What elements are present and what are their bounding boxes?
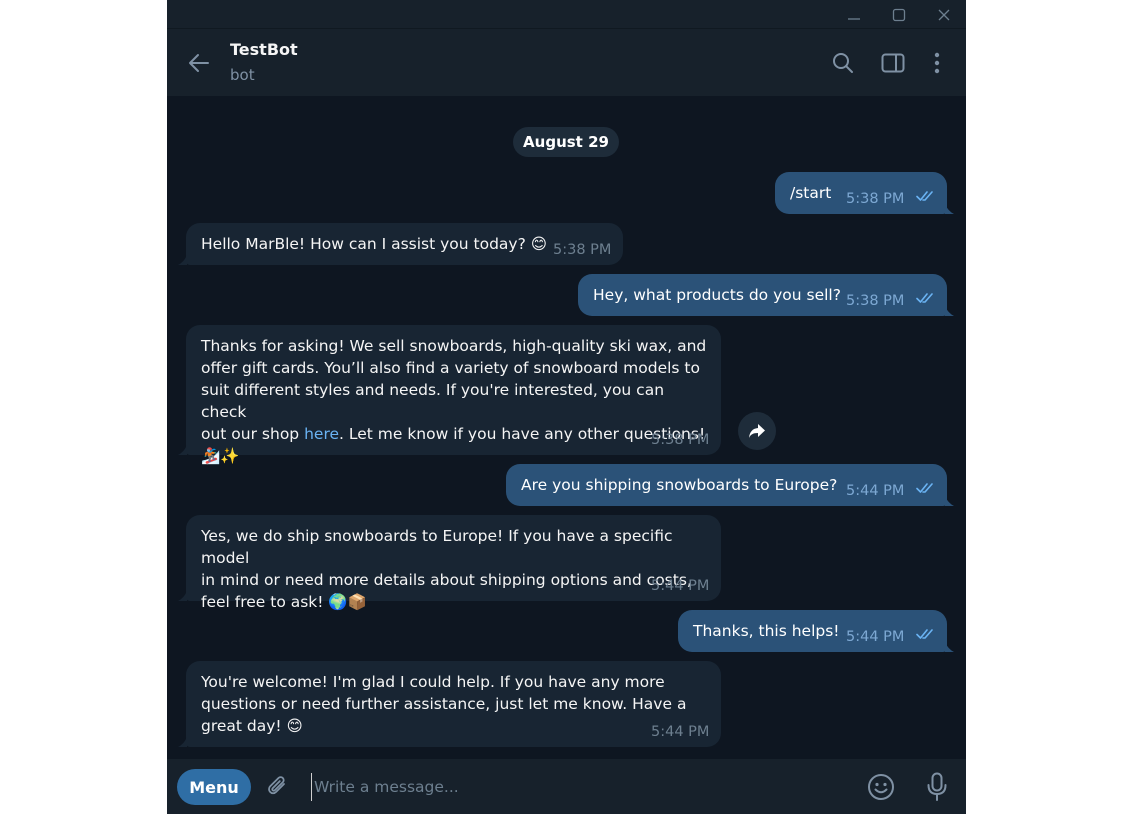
message-line: Thanks for asking! We sell snowboards, h… <box>201 337 707 355</box>
maximize-icon <box>892 8 906 21</box>
message-time: 5:38 PM <box>651 432 710 448</box>
minimize-icon <box>848 17 860 20</box>
bubble-tail <box>178 737 187 747</box>
close-button[interactable] <box>922 0 966 29</box>
chat-title[interactable]: TestBot <box>230 40 298 59</box>
message-list[interactable]: August 29 /start 5:38 PM Hello MarBle! H… <box>167 96 966 759</box>
message-outgoing[interactable]: Are you shipping snowboards to Europe? 5… <box>506 464 947 506</box>
double-check-icon <box>916 483 933 493</box>
bubble-tail <box>178 445 187 455</box>
more-vertical-icon <box>934 52 940 74</box>
bubble-tail <box>178 591 187 601</box>
message-text[interactable]: Thanks, this helps! <box>693 620 840 642</box>
bubble-tail <box>178 255 187 265</box>
more-button[interactable] <box>923 49 951 77</box>
message-text[interactable]: Are you shipping snowboards to Europe? <box>521 474 837 496</box>
message-body[interactable]: Yes, we do ship snowboards to Europe! If… <box>201 525 711 613</box>
emoji-icon <box>868 774 894 800</box>
message-line: suit different styles and needs. If you'… <box>201 381 665 421</box>
message-time: 5:38 PM <box>846 293 905 309</box>
back-button[interactable] <box>181 47 217 79</box>
telegram-window: TestBot bot August 29 /start 5:38 PM Hel… <box>167 0 966 814</box>
double-check-icon <box>916 629 933 639</box>
sidebar-toggle-button[interactable] <box>879 49 907 77</box>
window-titlebar <box>167 0 966 29</box>
voice-record-button[interactable] <box>922 771 952 803</box>
message-body[interactable]: You're welcome! I'm glad I could help. I… <box>201 671 711 737</box>
bubble-tail <box>945 306 954 316</box>
bubble-tail <box>945 496 954 506</box>
bubble-tail <box>945 204 954 214</box>
chat-status: bot <box>230 66 255 84</box>
search-button[interactable] <box>829 49 857 77</box>
microphone-icon <box>927 772 947 801</box>
share-icon <box>749 424 765 438</box>
message-time: 5:44 PM <box>651 724 710 740</box>
message-line: in mind or need more details about shipp… <box>201 571 692 589</box>
message-line: great day! 😊 <box>201 717 303 735</box>
share-button[interactable] <box>738 412 776 450</box>
minimize-button[interactable] <box>832 0 876 29</box>
message-outgoing[interactable]: Hey, what products do you sell? 5:38 PM <box>578 274 947 316</box>
message-time: 5:44 PM <box>846 483 905 499</box>
message-incoming[interactable]: Hello MarBle! How can I assist you today… <box>186 223 623 265</box>
message-composer: Menu <box>167 759 966 814</box>
back-arrow-icon <box>189 54 209 72</box>
message-incoming[interactable]: Yes, we do ship snowboards to Europe! If… <box>186 515 721 611</box>
message-time: 5:38 PM <box>553 242 612 258</box>
message-line: questions or need further assistance, ju… <box>201 695 687 713</box>
message-line: offer gift cards. You’ll also find a var… <box>201 359 700 377</box>
attach-button[interactable] <box>263 772 293 802</box>
double-check-icon <box>916 293 933 303</box>
message-text[interactable]: /start <box>790 182 831 204</box>
date-separator: August 29 <box>513 127 619 157</box>
message-text[interactable]: Hello MarBle! How can I assist you today… <box>201 233 547 255</box>
message-line: You're welcome! I'm glad I could help. I… <box>201 673 665 691</box>
message-incoming[interactable]: Thanks for asking! We sell snowboards, h… <box>186 325 721 465</box>
message-line: Yes, we do ship snowboards to Europe! If… <box>201 527 673 567</box>
maximize-button[interactable] <box>877 0 921 29</box>
emoji-button[interactable] <box>865 771 897 803</box>
search-icon <box>833 53 853 73</box>
message-text-fragment: out our shop <box>201 425 305 443</box>
chat-header: TestBot bot <box>167 29 966 96</box>
message-text[interactable]: Hey, what products do you sell? <box>593 284 841 306</box>
message-outgoing[interactable]: Thanks, this helps! 5:44 PM <box>678 610 947 652</box>
message-outgoing[interactable]: /start 5:38 PM <box>775 172 947 214</box>
close-icon <box>938 9 950 20</box>
message-incoming[interactable]: You're welcome! I'm glad I could help. I… <box>186 661 721 747</box>
bot-menu-button[interactable]: Menu <box>177 769 251 805</box>
paperclip-icon <box>268 776 285 795</box>
shop-link[interactable]: here <box>304 425 339 443</box>
message-line: feel free to ask! 🌍📦 <box>201 593 368 611</box>
message-body[interactable]: Thanks for asking! We sell snowboards, h… <box>201 335 711 467</box>
message-time: 5:44 PM <box>846 629 905 645</box>
double-check-icon <box>916 191 933 201</box>
message-line: out our shop here. Let me know if you ha… <box>201 423 711 445</box>
bubble-tail <box>945 642 954 652</box>
message-time: 5:38 PM <box>846 191 905 207</box>
sidebar-toggle-icon <box>881 53 905 73</box>
message-input[interactable] <box>311 773 851 801</box>
message-time: 5:44 PM <box>651 578 710 594</box>
